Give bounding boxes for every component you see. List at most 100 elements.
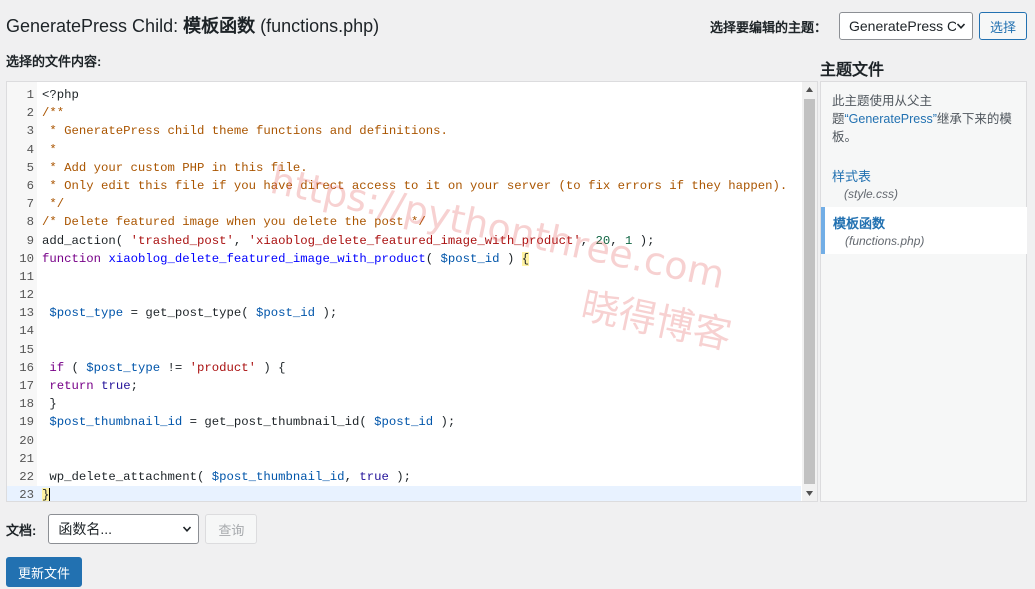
documentation-label: 文档: bbox=[6, 522, 37, 538]
code-token: $post_id bbox=[256, 306, 316, 321]
code-token: <?php bbox=[42, 88, 79, 102]
code-token: { bbox=[521, 251, 530, 266]
code-line[interactable]: 17 return true; bbox=[7, 377, 801, 395]
line-number: 1 bbox=[26, 88, 34, 102]
theme-select-label: 选择要编辑的主题： bbox=[709, 19, 827, 35]
line-number: 4 bbox=[26, 142, 34, 157]
code-token: 'xiaoblog_delete_featured_image_with_pro… bbox=[248, 233, 581, 248]
code-text: * GeneratePress child theme functions an… bbox=[42, 122, 448, 140]
code-token: return bbox=[49, 379, 94, 393]
editor-scrollbar[interactable] bbox=[802, 82, 817, 501]
code-token: true bbox=[101, 379, 131, 393]
file-item-filename: (style.css) bbox=[844, 187, 898, 201]
theme-files-title: 主题文件 bbox=[820, 62, 885, 79]
parent-theme-note: 此主题使用从父主题“GeneratePress”继承下来的模板。 bbox=[821, 82, 1026, 146]
code-editor[interactable]: 1 <?php 2/** 3 * GeneratePress child theme … bbox=[6, 81, 818, 502]
triangle-up-icon[interactable] bbox=[802, 82, 817, 97]
code-text: function xiaoblog_delete_featured_image_… bbox=[42, 250, 530, 268]
line-number: 17 bbox=[19, 379, 34, 393]
code-text: if ( $post_type != 'product' ) { bbox=[42, 359, 285, 377]
code-line[interactable]: 7 */ bbox=[7, 195, 801, 213]
code-line[interactable]: 23} bbox=[7, 486, 801, 502]
documentation-row: 文档: 函数名... 查询 bbox=[6, 514, 258, 544]
select-theme-button[interactable]: 选择 bbox=[978, 12, 1027, 40]
code-token: ) bbox=[499, 251, 522, 266]
line-number: 13 bbox=[19, 306, 34, 321]
code-text: add_action( 'trashed_post', 'xiaoblog_de… bbox=[42, 232, 655, 250]
code-text: <?php bbox=[42, 86, 79, 104]
code-line[interactable]: 19 $post_thumbnail_id = get_post_thumbna… bbox=[7, 413, 801, 431]
code-token: if bbox=[49, 360, 65, 375]
parent-theme-name: “GeneratePress” bbox=[844, 112, 937, 126]
code-line[interactable]: 2 /** bbox=[7, 104, 801, 122]
code-text: /* Delete featured image when you delete… bbox=[42, 213, 426, 231]
code-line[interactable]: 10 function xiaoblog_delete_featured_imag… bbox=[7, 250, 801, 268]
code-line[interactable]: 21 bbox=[7, 450, 801, 468]
code-token: $post_thumbnail_id bbox=[211, 469, 345, 484]
scrollbar-thumb[interactable] bbox=[804, 99, 815, 484]
code-token: $post_id bbox=[374, 415, 434, 430]
code-text: return true; bbox=[42, 377, 138, 395]
theme-select[interactable]: GeneratePress Child bbox=[838, 12, 973, 40]
code-token: ); bbox=[433, 415, 456, 430]
file-item-stylesheet[interactable]: 样式表 (style.css) bbox=[821, 160, 1026, 207]
text-cursor bbox=[49, 487, 51, 501]
theme-selector: 选择要编辑的主题： GeneratePress Child 选择 bbox=[710, 12, 1027, 40]
code-line[interactable]: 20 bbox=[7, 432, 801, 450]
code-line[interactable]: 15 bbox=[7, 341, 801, 359]
line-number: 21 bbox=[19, 451, 34, 466]
code-token: ); bbox=[315, 306, 338, 321]
update-file-button[interactable]: 更新文件 bbox=[6, 557, 83, 587]
line-number: 23 bbox=[19, 488, 34, 502]
code-token: , bbox=[344, 469, 360, 484]
line-number: 10 bbox=[19, 251, 34, 266]
code-token: $post_id bbox=[440, 251, 500, 266]
code-line[interactable]: 1 <?php bbox=[7, 86, 801, 104]
code-token: true bbox=[359, 469, 389, 484]
code-text: * Only edit this file if you have direct… bbox=[42, 177, 787, 195]
line-number: 11 bbox=[19, 269, 34, 284]
code-line[interactable]: 18 } bbox=[7, 395, 801, 413]
code-line[interactable]: 12 bbox=[7, 286, 801, 304]
code-line[interactable]: 6 * Only edit this file if you have dire… bbox=[7, 177, 801, 195]
code-line[interactable]: 13 $post_type = get_post_type( $post_id … bbox=[7, 304, 801, 322]
file-item-functions[interactable]: 模板函数 (functions.php) bbox=[821, 207, 1027, 254]
code-text: * bbox=[42, 141, 57, 159]
line-number: 18 bbox=[19, 397, 34, 412]
code-token: wp_delete_attachment( bbox=[42, 469, 212, 484]
code-token: 'product' bbox=[189, 360, 257, 375]
code-token: ( bbox=[64, 360, 87, 375]
function-name-select[interactable]: 函数名... bbox=[48, 514, 200, 544]
code-token: ( bbox=[425, 251, 441, 266]
theme-select-value: GeneratePress Child bbox=[848, 18, 956, 34]
triangle-down-icon[interactable] bbox=[802, 486, 817, 501]
page-title-file: 模板函数 bbox=[183, 16, 256, 36]
code-token: * GeneratePress child theme functions an… bbox=[42, 124, 448, 139]
code-line[interactable]: 16 if ( $post_type != 'product' ) { bbox=[7, 359, 801, 377]
code-line[interactable]: 8 /* Delete featured image when you delet… bbox=[7, 213, 801, 231]
code-token: 20 bbox=[595, 233, 611, 248]
code-line[interactable]: 3 * GeneratePress child theme functions … bbox=[7, 122, 801, 140]
code-text: /** bbox=[42, 104, 64, 122]
code-token: ; bbox=[130, 379, 138, 393]
code-line[interactable]: 5 * Add your custom PHP in this file. bbox=[7, 159, 801, 177]
code-token: = get_post_type( bbox=[123, 306, 257, 321]
code-token: $post_type bbox=[86, 360, 161, 375]
code-line[interactable]: 9 add_action( 'trashed_post', 'xiaoblog_d… bbox=[7, 232, 801, 250]
code-text: * Add your custom PHP in this file. bbox=[42, 159, 307, 177]
code-line[interactable]: 14 bbox=[7, 322, 801, 340]
code-lines[interactable]: 1 <?php 2/** 3 * GeneratePress child theme … bbox=[7, 86, 801, 502]
code-line[interactable]: 4 * bbox=[7, 141, 801, 159]
line-number: 14 bbox=[19, 324, 34, 339]
line-number: 16 bbox=[19, 360, 34, 375]
file-item-filename: (functions.php) bbox=[845, 234, 925, 248]
line-number: 22 bbox=[19, 469, 34, 484]
code-token: function bbox=[42, 251, 102, 266]
code-token: */ bbox=[42, 197, 65, 212]
code-token: * bbox=[42, 142, 57, 157]
code-line[interactable]: 11 bbox=[7, 268, 801, 286]
code-token: * Only edit this file if you have direct… bbox=[42, 178, 788, 193]
code-line[interactable]: 22 wp_delete_attachment( $post_thumbnail… bbox=[7, 468, 801, 486]
code-text: } bbox=[42, 395, 56, 413]
lookup-button[interactable]: 查询 bbox=[205, 514, 258, 544]
